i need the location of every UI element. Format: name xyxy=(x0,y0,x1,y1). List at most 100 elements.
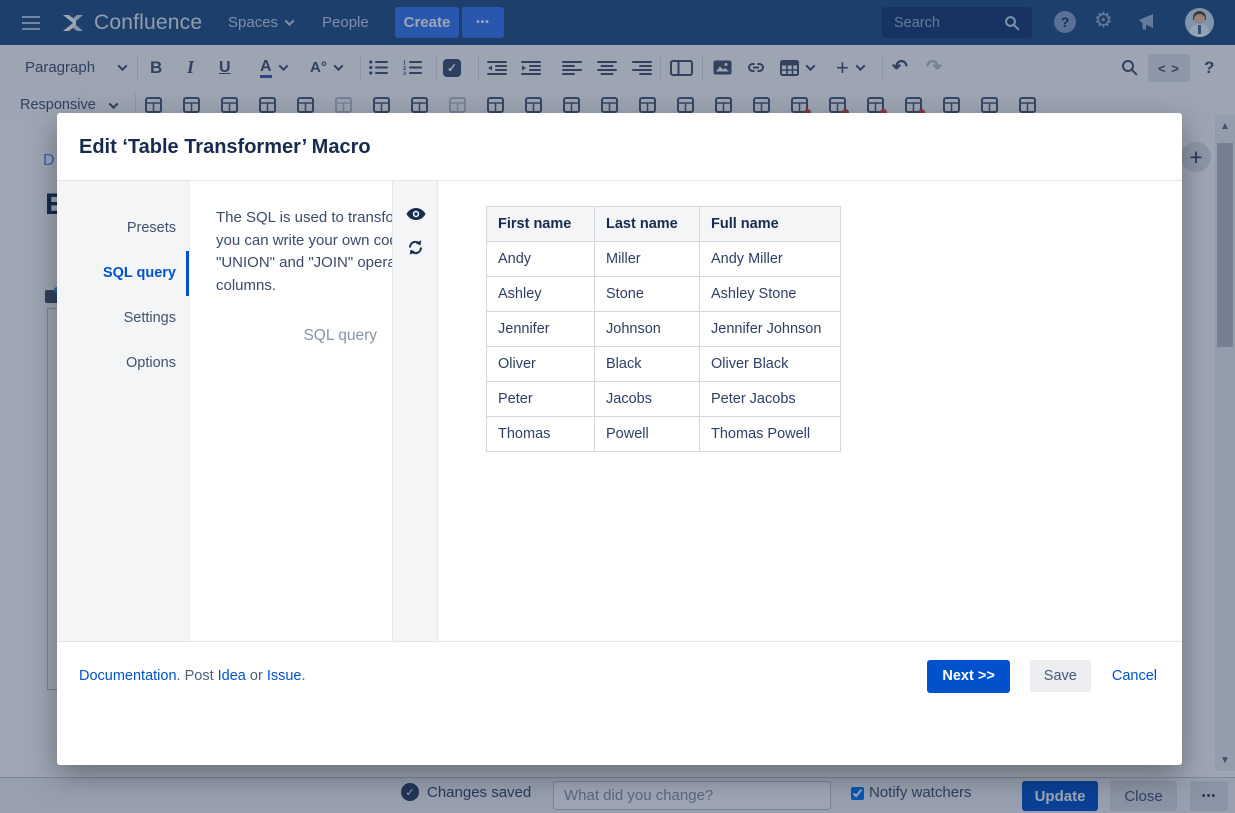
preview-eye-button[interactable] xyxy=(393,207,438,221)
notify-watchers-label: Notify watchers xyxy=(869,784,972,801)
find-replace-button[interactable] xyxy=(1121,45,1138,90)
notify-watchers-checkbox[interactable] xyxy=(851,787,864,800)
chevron-down-icon xyxy=(333,61,343,71)
create-more-button[interactable]: ••• xyxy=(462,7,504,38)
tab-presets[interactable]: Presets xyxy=(57,206,189,251)
update-button[interactable]: Update xyxy=(1022,781,1098,811)
task-list-button[interactable]: ✓ xyxy=(443,45,461,90)
refresh-preview-button[interactable] xyxy=(393,239,438,256)
description-line: "UNION" and "JOIN" opera xyxy=(216,252,392,275)
issue-link[interactable]: Issue xyxy=(267,668,302,684)
cut-row-icon[interactable] xyxy=(259,97,276,113)
copy-table-icon[interactable] xyxy=(943,97,960,113)
breadcrumb[interactable]: D xyxy=(43,152,55,170)
indent-button[interactable] xyxy=(521,45,541,90)
advanced-filter-icon[interactable] xyxy=(905,97,922,113)
app-menu-button[interactable] xyxy=(22,0,40,45)
tab-options[interactable]: Options xyxy=(57,341,189,386)
tab-settings[interactable]: Settings xyxy=(57,296,189,341)
bullet-list-button[interactable] xyxy=(369,45,388,90)
cut-icon[interactable] xyxy=(373,97,390,113)
page-layout-button[interactable] xyxy=(670,45,693,90)
align-center-button[interactable] xyxy=(597,45,617,90)
copy-row-icon[interactable] xyxy=(297,97,314,113)
insert-more-content-button[interactable]: + xyxy=(836,45,864,90)
delete-column-icon[interactable] xyxy=(563,97,580,113)
table-header-column-icon[interactable] xyxy=(715,97,732,113)
change-comment-input[interactable] xyxy=(553,781,831,810)
feedback-megaphone-icon[interactable] xyxy=(1137,13,1157,31)
outdent-button[interactable] xyxy=(487,45,507,90)
underline-button[interactable]: U xyxy=(219,45,231,90)
chevron-down-icon xyxy=(806,61,816,71)
user-avatar[interactable] xyxy=(1185,8,1214,37)
table-cell: Ashley Stone xyxy=(700,277,841,312)
scrollbar-thumb[interactable] xyxy=(1217,143,1233,347)
insert-plus-button[interactable]: + xyxy=(1181,142,1211,172)
next-button[interactable]: Next >> xyxy=(927,660,1009,693)
nav-spaces[interactable]: Spaces xyxy=(228,0,293,45)
toolbar-separator xyxy=(137,55,138,80)
scrollbar[interactable]: ▲ ▼ xyxy=(1215,115,1235,771)
undo-button[interactable]: ↶ xyxy=(892,45,908,90)
paste-icon[interactable] xyxy=(449,97,466,113)
description-line: you can write your own code xyxy=(216,230,392,253)
confluence-logo[interactable] xyxy=(60,0,86,45)
align-right-icon xyxy=(632,61,652,75)
bold-button[interactable]: B xyxy=(150,45,162,90)
table-header-row-icon[interactable] xyxy=(677,97,694,113)
cell-fill-color-icon[interactable] xyxy=(981,97,998,113)
add-row-below-icon[interactable] xyxy=(183,97,200,113)
save-button[interactable]: Save xyxy=(1030,660,1091,692)
scroll-up-icon[interactable]: ▲ xyxy=(1215,121,1235,132)
table-row: JenniferJohnsonJennifer Johnson xyxy=(487,312,841,347)
align-right-button[interactable] xyxy=(632,45,652,90)
redo-button[interactable]: ↷ xyxy=(926,45,942,90)
help-icon[interactable]: ? xyxy=(1054,11,1076,33)
table-cell: Jennifer xyxy=(487,312,595,347)
editor-help-button[interactable]: ? xyxy=(1204,45,1214,90)
cancel-button[interactable]: Cancel xyxy=(1112,668,1157,684)
text-color-button[interactable]: A xyxy=(260,45,287,90)
toolbar-separator xyxy=(660,55,661,80)
idea-link[interactable]: Idea xyxy=(218,668,246,684)
italic-button[interactable]: I xyxy=(187,45,194,90)
split-cells-icon[interactable] xyxy=(639,97,656,113)
more-actions-button[interactable]: ••• xyxy=(1190,781,1228,811)
insert-link-button[interactable] xyxy=(747,45,765,90)
insert-column-right-icon[interactable] xyxy=(525,97,542,113)
more-formatting-button[interactable]: A° xyxy=(310,45,342,90)
search-box[interactable] xyxy=(882,7,1032,38)
merge-cells-icon[interactable] xyxy=(601,97,618,113)
highlight-cell-icon[interactable] xyxy=(753,97,770,113)
filter-table-icon[interactable] xyxy=(791,97,808,113)
settings-gear-icon[interactable]: ⚙ xyxy=(1094,8,1113,33)
toolbar-separator xyxy=(360,55,361,80)
remove-table-icon[interactable] xyxy=(1019,97,1036,113)
align-left-button[interactable] xyxy=(562,45,582,90)
search-input[interactable] xyxy=(894,7,999,38)
insert-column-left-icon[interactable] xyxy=(487,97,504,113)
copy-icon[interactable] xyxy=(411,97,428,113)
numbered-list-button[interactable]: 1 2 3 xyxy=(403,45,422,90)
documentation-link[interactable]: Documentation xyxy=(79,668,177,684)
footer-text: or xyxy=(246,668,267,684)
chart-from-table-icon[interactable] xyxy=(867,97,884,113)
close-button[interactable]: Close xyxy=(1110,781,1177,811)
insert-table-button[interactable] xyxy=(780,45,814,90)
search-icon[interactable] xyxy=(1004,15,1020,31)
delete-row-icon[interactable] xyxy=(221,97,238,113)
scroll-down-icon[interactable]: ▼ xyxy=(1215,755,1235,766)
nav-people[interactable]: People xyxy=(322,0,369,45)
tab-sql-query[interactable]: SQL query xyxy=(57,251,189,296)
app-title[interactable]: Confluence xyxy=(94,0,202,45)
macro-editor-dialog: Edit ‘Table Transformer’ Macro Presets S… xyxy=(57,113,1182,765)
paragraph-style-dropdown[interactable]: Paragraph xyxy=(25,45,126,90)
pivot-table-icon[interactable] xyxy=(829,97,846,113)
insert-image-button[interactable] xyxy=(713,45,732,90)
create-button[interactable]: Create xyxy=(395,7,459,38)
add-row-above-icon[interactable] xyxy=(145,97,162,113)
source-editor-button[interactable]: < > xyxy=(1148,54,1190,82)
paste-row-icon[interactable] xyxy=(335,97,352,113)
page-layout-icon xyxy=(670,60,693,76)
